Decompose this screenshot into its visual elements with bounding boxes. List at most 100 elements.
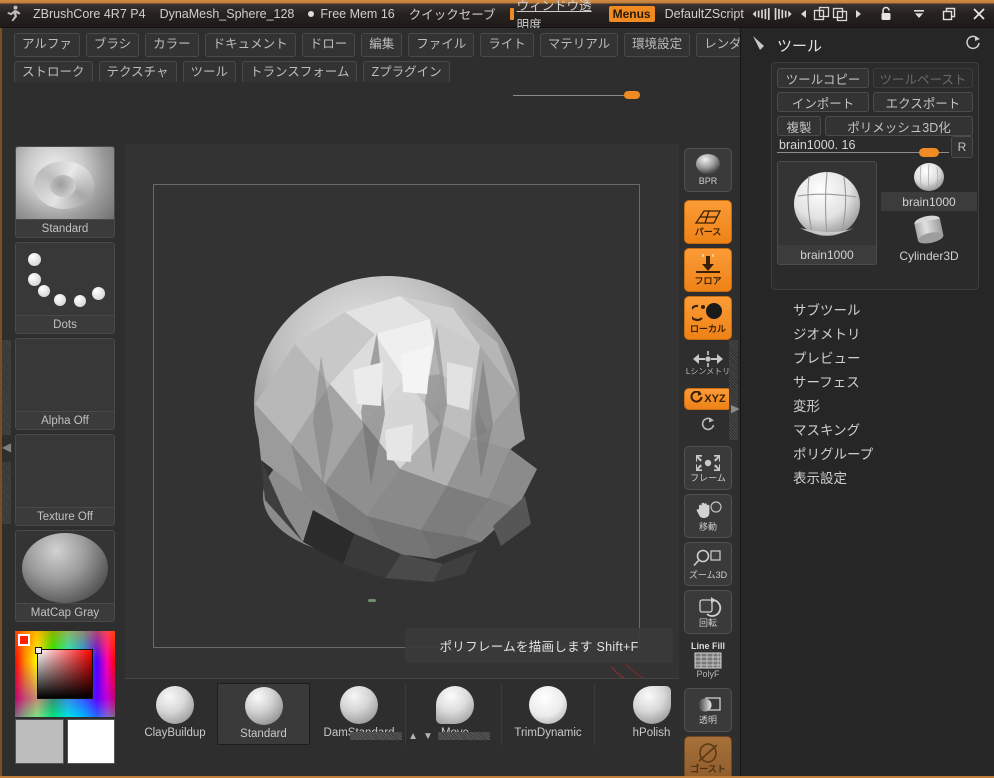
menu-item-edit[interactable]: 編集 <box>361 33 403 57</box>
close-icon[interactable] <box>970 4 988 24</box>
brush-hpolish[interactable]: hPolish <box>605 683 698 745</box>
texture-preview-panel[interactable]: Texture Off <box>15 434 115 526</box>
window-prev-icon[interactable] <box>795 4 813 24</box>
frame-fit-button[interactable]: フレーム <box>684 446 732 490</box>
section-deformation[interactable]: 変形 <box>793 395 820 415</box>
section-preview[interactable]: プレビュー <box>793 347 861 367</box>
menu-item-file[interactable]: ファイル <box>408 33 475 57</box>
polyframe-button[interactable]: Line Fill PolyF <box>684 638 732 684</box>
tool-item-slider-knob[interactable] <box>919 148 939 157</box>
brush-strip-nav[interactable]: ▲ ▼ <box>300 729 540 743</box>
left-scrollbar-upper[interactable] <box>2 340 11 435</box>
tool-thumb-brain-small[interactable]: brain1000 <box>881 161 977 211</box>
menu-item-color[interactable]: カラー <box>145 33 199 57</box>
menu-item-zplugin[interactable]: Zプラグイン <box>363 60 450 84</box>
tool-paste-button[interactable]: ツールペースト <box>873 68 973 88</box>
rgb-intensity-knob[interactable] <box>624 91 640 99</box>
rotate-view-button[interactable]: 回転 <box>684 590 732 634</box>
polyframe-sublabel: Line Fill <box>690 641 725 652</box>
tool-thumb-brain-small-label: brain1000 <box>881 192 977 211</box>
tool-r-button[interactable]: R <box>951 136 973 158</box>
window-cascade-icon[interactable] <box>831 4 849 24</box>
tool-item-slider[interactable]: brain1000. 16 <box>777 138 949 157</box>
tool-thumb-brain-large[interactable]: brain1000 <box>777 161 877 265</box>
color-current-swatch-marker[interactable] <box>18 634 30 646</box>
brush-nav-track-left[interactable] <box>350 732 403 740</box>
alpha-preview-panel[interactable]: Alpha Off <box>15 338 115 430</box>
quicksave-button[interactable]: クイックセーブ <box>402 3 503 25</box>
brush-size-increase-icon[interactable] <box>773 4 795 24</box>
primary-color-swatch[interactable] <box>66 719 115 764</box>
section-display[interactable]: 表示設定 <box>793 467 847 487</box>
left-scrollbar-lower[interactable] <box>2 462 11 524</box>
tool-thumb-cylinder3d[interactable]: Cylinder3D <box>881 213 977 265</box>
document-canvas[interactable]: ポリフレームを描画します Shift+F <box>125 144 679 678</box>
xyz-axis-button[interactable]: XYZ <box>684 388 732 410</box>
local-symmetry-button[interactable]: Lシンメトリ <box>684 344 732 384</box>
make-polymesh3d-button[interactable]: ポリメッシュ3D化 <box>825 116 973 136</box>
restore-icon[interactable] <box>940 4 958 24</box>
zscript-label[interactable]: DefaultZScript <box>658 3 751 25</box>
color-gradient-square[interactable] <box>37 649 93 699</box>
section-surface[interactable]: サーフェス <box>793 371 860 391</box>
back-arrow-icon[interactable] <box>751 34 771 57</box>
menu-item-brush[interactable]: ブラシ <box>85 33 140 57</box>
menu-item-alpha[interactable]: アルファ <box>14 33 80 57</box>
document-name: DynaMesh_Sphere_128 <box>159 6 295 21</box>
scroll-down-icon[interactable]: ▼ <box>423 731 433 742</box>
section-polygroups[interactable]: ポリグループ <box>793 443 873 463</box>
section-subtool[interactable]: サブツール <box>793 299 861 319</box>
brush-standard[interactable]: Standard <box>217 683 310 745</box>
export-button[interactable]: エクスポート <box>873 92 973 112</box>
left-collapse-arrow-icon[interactable]: ◀ <box>1 436 12 458</box>
section-geometry[interactable]: ジオメトリ <box>793 323 861 343</box>
right-expand-arrow-icon[interactable]: ▶ <box>731 402 739 415</box>
color-picker[interactable] <box>15 631 115 717</box>
menus-button[interactable]: Menus <box>608 5 655 22</box>
menu-item-transform[interactable]: トランスフォーム <box>242 60 358 84</box>
brain-thumbnail-icon <box>794 171 860 237</box>
menu-item-texture[interactable]: テクスチャ <box>98 60 177 84</box>
local-transform-button[interactable]: ローカル <box>684 296 732 340</box>
status-tooltip: ポリフレームを描画します Shift+F <box>405 628 673 663</box>
window-next-icon[interactable] <box>849 4 867 24</box>
tool-copy-button[interactable]: ツールコピー <box>777 68 869 88</box>
brush-size-decrease-icon[interactable] <box>751 4 773 24</box>
secondary-color-swatch[interactable] <box>15 719 64 764</box>
menu-item-draw[interactable]: ドロー <box>301 33 356 57</box>
minimize-icon[interactable] <box>910 4 928 24</box>
menu-item-stroke[interactable]: ストローク <box>14 60 93 84</box>
brain-model[interactable] <box>225 234 565 594</box>
lock-icon[interactable] <box>877 4 895 24</box>
local-transform-icon <box>692 302 724 324</box>
right-toolbar-scrollbar[interactable] <box>729 340 738 440</box>
menu-item-preferences[interactable]: 環境設定 <box>624 33 691 57</box>
import-button[interactable]: インポート <box>777 92 869 112</box>
brush-nav-track-right[interactable] <box>437 732 490 740</box>
tool-palette-title: ツール <box>777 37 823 55</box>
scroll-up-icon[interactable]: ▲ <box>408 731 418 742</box>
zoom3d-button[interactable]: ズーム3D <box>684 542 732 586</box>
transparency-slider-knob[interactable] <box>509 7 514 20</box>
stroke-preview-panel[interactable]: Dots <box>15 242 115 334</box>
refresh-icon[interactable] <box>965 35 981 54</box>
rgb-intensity-track[interactable] <box>513 95 640 96</box>
window-tile-icon[interactable] <box>813 4 831 24</box>
brush-preview-panel[interactable]: Standard <box>15 146 115 238</box>
rotate-axis-button[interactable] <box>684 414 732 436</box>
floor-grid-button[interactable]: フロア <box>684 248 732 292</box>
brush-claybuildup[interactable]: ClayBuildup <box>129 683 222 745</box>
section-masking[interactable]: マスキング <box>793 419 860 439</box>
perspective-button[interactable]: パース <box>684 200 732 244</box>
color-picker-cursor[interactable] <box>35 647 42 654</box>
pan-move-button[interactable]: 移動 <box>684 494 732 538</box>
tool-thumb-brain-large-label: brain1000 <box>778 245 876 264</box>
bpr-render-button[interactable]: BPR <box>684 148 732 192</box>
menu-item-document[interactable]: ドキュメント <box>204 33 296 57</box>
clone-button[interactable]: 複製 <box>777 116 821 136</box>
menu-item-material[interactable]: マテリアル <box>539 33 619 57</box>
material-preview-panel[interactable]: MatCap Gray <box>15 530 115 622</box>
window-transparency-control[interactable]: ウィンドウ透明度 <box>503 0 606 32</box>
menu-item-light[interactable]: ライト <box>480 33 534 57</box>
menu-item-tool[interactable]: ツール <box>182 60 237 84</box>
